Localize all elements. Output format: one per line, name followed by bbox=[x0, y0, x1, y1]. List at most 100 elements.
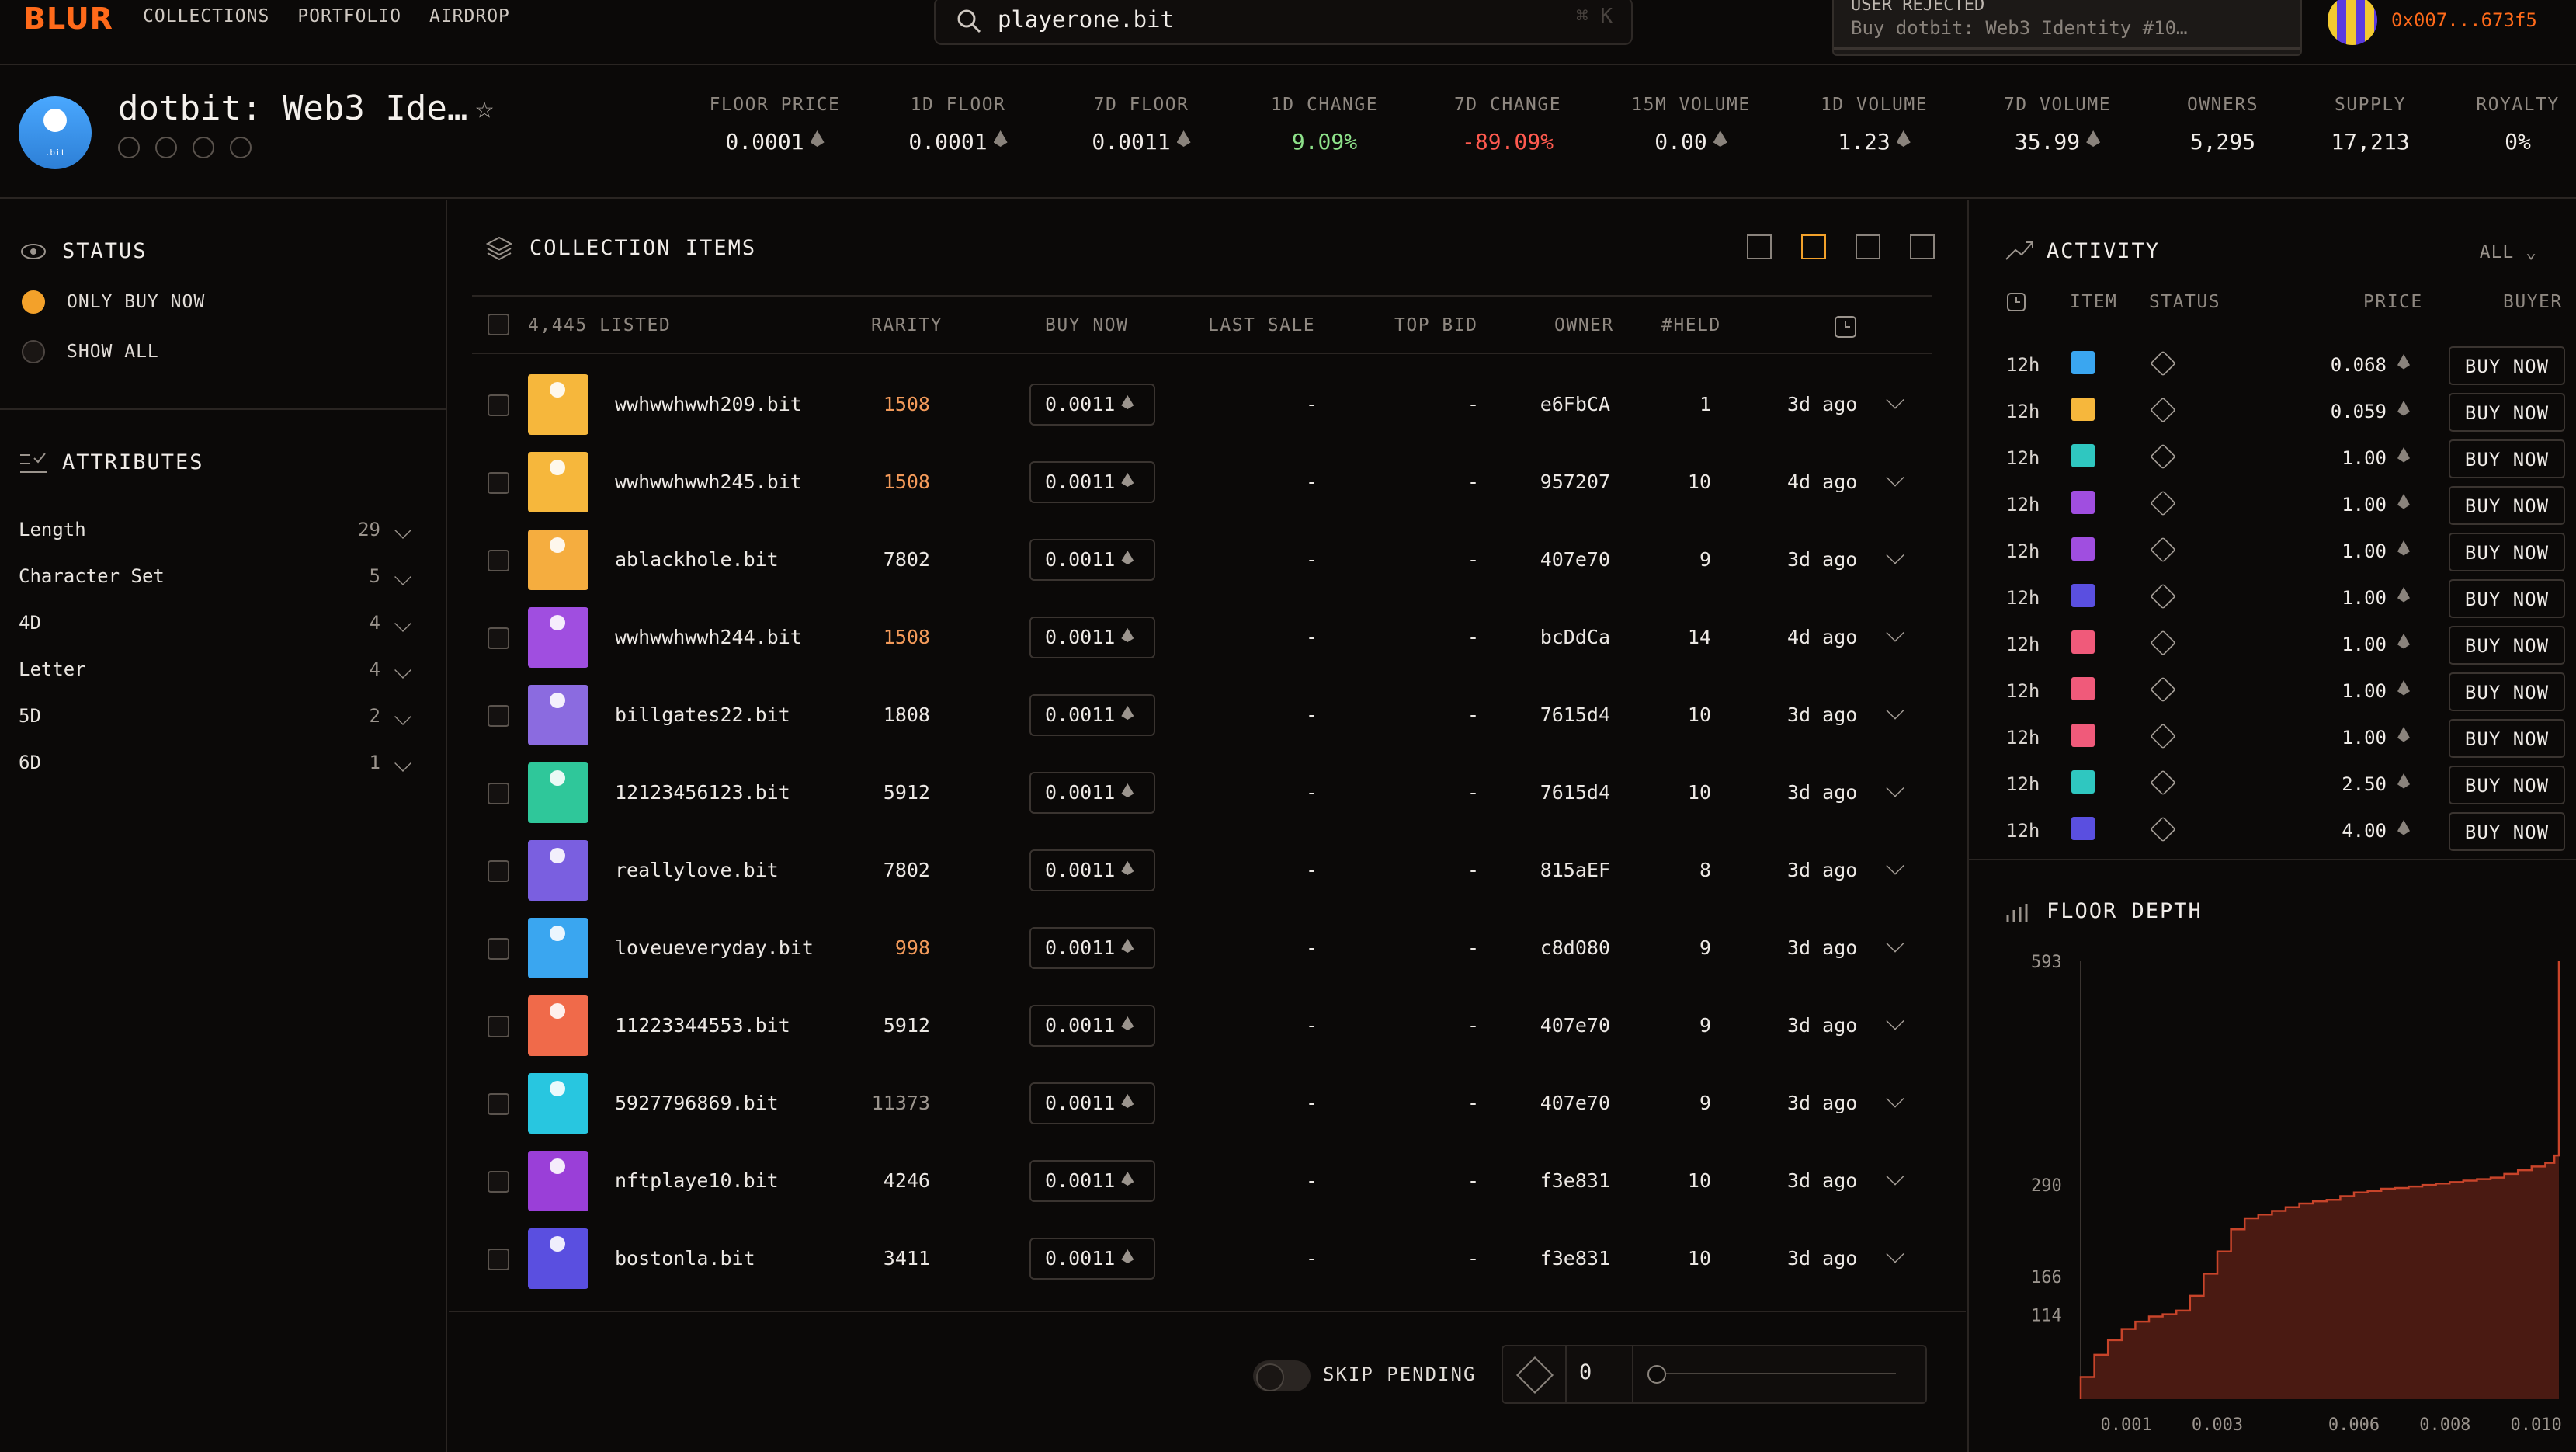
last-sale-header[interactable]: LAST SALE bbox=[1208, 315, 1315, 335]
table-row[interactable]: wwhwwhwwh244.bit 1508 0.0011 - - bcDdCa 14 4d a… bbox=[472, 599, 1932, 677]
buy-now-button[interactable]: 0.0011 bbox=[1029, 617, 1155, 658]
status-option-buy-now[interactable]: ONLY BUY NOW bbox=[22, 290, 205, 314]
activity-item-thumbnail[interactable] bbox=[2071, 491, 2095, 514]
clock-icon[interactable] bbox=[1834, 315, 1857, 339]
item-thumbnail[interactable] bbox=[528, 918, 588, 978]
chevron-down-icon[interactable] bbox=[1886, 856, 1904, 875]
sweep-slider-track[interactable] bbox=[1654, 1373, 1896, 1374]
activity-buy-now-button[interactable]: BUY NOW bbox=[2449, 486, 2565, 525]
activity-buy-now-button[interactable]: BUY NOW bbox=[2449, 766, 2565, 804]
buy-now-button[interactable]: 0.0011 bbox=[1029, 461, 1155, 503]
rarity-header[interactable]: RARITY bbox=[871, 315, 943, 335]
table-row[interactable]: 5927796869.bit 11373 0.0011 - - 407e70 9 3d ago bbox=[472, 1065, 1932, 1143]
item-thumbnail[interactable] bbox=[528, 995, 588, 1056]
row-checkbox[interactable] bbox=[488, 1016, 509, 1037]
activity-item-thumbnail[interactable] bbox=[2071, 351, 2095, 374]
activity-buy-now-button[interactable]: BUY NOW bbox=[2449, 579, 2565, 618]
owner[interactable]: 815aEF bbox=[1540, 859, 1610, 881]
item-thumbnail[interactable] bbox=[528, 1073, 588, 1134]
attribute-5d[interactable]: 5D 2 bbox=[19, 705, 415, 739]
chevron-down-icon[interactable] bbox=[1886, 779, 1904, 797]
owner[interactable]: 407e70 bbox=[1540, 1014, 1610, 1037]
owner[interactable]: 957207 bbox=[1540, 471, 1610, 493]
looksrare-icon[interactable] bbox=[155, 137, 177, 158]
status-option-show-all[interactable]: SHOW ALL bbox=[22, 340, 159, 363]
nav-link-portfolio[interactable]: PORTFOLIO bbox=[297, 6, 401, 26]
attribute-character-set[interactable]: Character Set 5 bbox=[19, 565, 415, 599]
item-thumbnail[interactable] bbox=[528, 762, 588, 823]
chevron-down-icon[interactable] bbox=[1886, 701, 1904, 720]
buy-now-button[interactable]: 0.0011 bbox=[1029, 539, 1155, 581]
table-row[interactable]: 12123456123.bit 5912 0.0011 - - 7615d4 10 3d ag… bbox=[472, 755, 1932, 832]
owner-header[interactable]: OWNER bbox=[1554, 315, 1614, 335]
list-view-icon[interactable] bbox=[1747, 234, 1772, 259]
table-row[interactable]: ablackhole.bit 7802 0.0011 - - 407e70 9 3d ago bbox=[472, 522, 1932, 599]
activity-item-thumbnail[interactable] bbox=[2071, 584, 2095, 607]
table-row[interactable]: loveueveryday.bit 998 0.0011 - - c8d080 9 3d ag… bbox=[472, 910, 1932, 988]
error-toast[interactable]: USER REJECTED Buy dotbit: Web3 Identity … bbox=[1832, 0, 2302, 56]
nav-link-airdrop[interactable]: AIRDROP bbox=[429, 6, 510, 26]
buy-now-button[interactable]: 0.0011 bbox=[1029, 927, 1155, 969]
radio-unselected[interactable] bbox=[22, 340, 45, 363]
buy-now-button[interactable]: 0.0011 bbox=[1029, 1005, 1155, 1047]
chevron-down-icon[interactable] bbox=[1886, 1089, 1904, 1108]
item-thumbnail[interactable] bbox=[528, 840, 588, 901]
activity-buy-now-button[interactable]: BUY NOW bbox=[2449, 393, 2565, 432]
activity-item-thumbnail[interactable] bbox=[2071, 398, 2095, 421]
attribute-6d[interactable]: 6D 1 bbox=[19, 752, 415, 786]
detailed-list-view-icon[interactable] bbox=[1801, 234, 1826, 259]
activity-item-thumbnail[interactable] bbox=[2071, 724, 2095, 747]
row-checkbox[interactable] bbox=[488, 1171, 509, 1193]
row-checkbox[interactable] bbox=[488, 472, 509, 494]
x2y2-icon[interactable] bbox=[193, 137, 214, 158]
table-row[interactable]: bostonla.bit 3411 0.0011 - - f3e831 10 3d ago bbox=[472, 1221, 1932, 1298]
row-checkbox[interactable] bbox=[488, 860, 509, 882]
table-row[interactable]: wwhwwhwwh245.bit 1508 0.0011 - - 957207 10 4d a… bbox=[472, 444, 1932, 522]
buy-now-button[interactable]: 0.0011 bbox=[1029, 1082, 1155, 1124]
row-checkbox[interactable] bbox=[488, 1093, 509, 1115]
owner[interactable]: 7615d4 bbox=[1540, 703, 1610, 726]
row-checkbox[interactable] bbox=[488, 783, 509, 804]
table-row[interactable]: billgates22.bit 1808 0.0011 - - 7615d4 10 3d ag… bbox=[472, 677, 1932, 755]
nav-link-collections[interactable]: COLLECTIONS bbox=[143, 6, 269, 26]
activity-buy-now-button[interactable]: BUY NOW bbox=[2449, 439, 2565, 478]
table-row[interactable]: 11223344553.bit 5912 0.0011 - - 407e70 9 3d ago bbox=[472, 988, 1932, 1065]
skip-pending-toggle[interactable] bbox=[1253, 1360, 1311, 1391]
buy-now-button[interactable]: 0.0011 bbox=[1029, 849, 1155, 891]
buy-now-button[interactable]: 0.0011 bbox=[1029, 694, 1155, 736]
activity-item-thumbnail[interactable] bbox=[2071, 677, 2095, 700]
item-thumbnail[interactable] bbox=[528, 685, 588, 745]
owner[interactable]: e6FbCA bbox=[1540, 393, 1610, 415]
item-thumbnail[interactable] bbox=[528, 1151, 588, 1211]
owner[interactable]: 7615d4 bbox=[1540, 781, 1610, 804]
activity-filter-dropdown[interactable]: ALL ⌄ bbox=[2480, 242, 2537, 262]
activity-buy-now-button[interactable]: BUY NOW bbox=[2449, 812, 2565, 851]
favorite-star-icon[interactable]: ☆ bbox=[475, 90, 494, 126]
row-checkbox[interactable] bbox=[488, 938, 509, 960]
row-checkbox[interactable] bbox=[488, 705, 509, 727]
activity-buy-now-button[interactable]: BUY NOW bbox=[2449, 719, 2565, 758]
owner[interactable]: f3e831 bbox=[1540, 1169, 1610, 1192]
activity-item-thumbnail[interactable] bbox=[2071, 770, 2095, 794]
attribute-length[interactable]: Length 29 bbox=[19, 519, 415, 553]
large-grid-view-icon[interactable] bbox=[1910, 234, 1935, 259]
item-thumbnail[interactable] bbox=[528, 530, 588, 590]
item-thumbnail[interactable] bbox=[528, 1228, 588, 1289]
chevron-down-icon[interactable] bbox=[1886, 391, 1904, 409]
chevron-down-icon[interactable] bbox=[1886, 934, 1904, 953]
sweep-slider-handle[interactable] bbox=[1647, 1365, 1666, 1384]
held-header[interactable]: #HELD bbox=[1661, 315, 1721, 335]
row-checkbox[interactable] bbox=[488, 1249, 509, 1270]
row-checkbox[interactable] bbox=[488, 550, 509, 571]
wallet-button[interactable]: 0x007...673f5 bbox=[2328, 0, 2537, 45]
buy-now-button[interactable]: 0.0011 bbox=[1029, 1238, 1155, 1280]
activity-buy-now-button[interactable]: BUY NOW bbox=[2449, 672, 2565, 711]
top-bid-header[interactable]: TOP BID bbox=[1394, 315, 1477, 335]
opensea-icon[interactable] bbox=[118, 137, 140, 158]
buy-now-button[interactable]: 0.0011 bbox=[1029, 1160, 1155, 1202]
owner[interactable]: bcDdCa bbox=[1540, 626, 1610, 648]
owner[interactable]: 407e70 bbox=[1540, 548, 1610, 571]
small-grid-view-icon[interactable] bbox=[1856, 234, 1880, 259]
chevron-down-icon[interactable] bbox=[1886, 1167, 1904, 1186]
attribute-4d[interactable]: 4D 4 bbox=[19, 612, 415, 646]
